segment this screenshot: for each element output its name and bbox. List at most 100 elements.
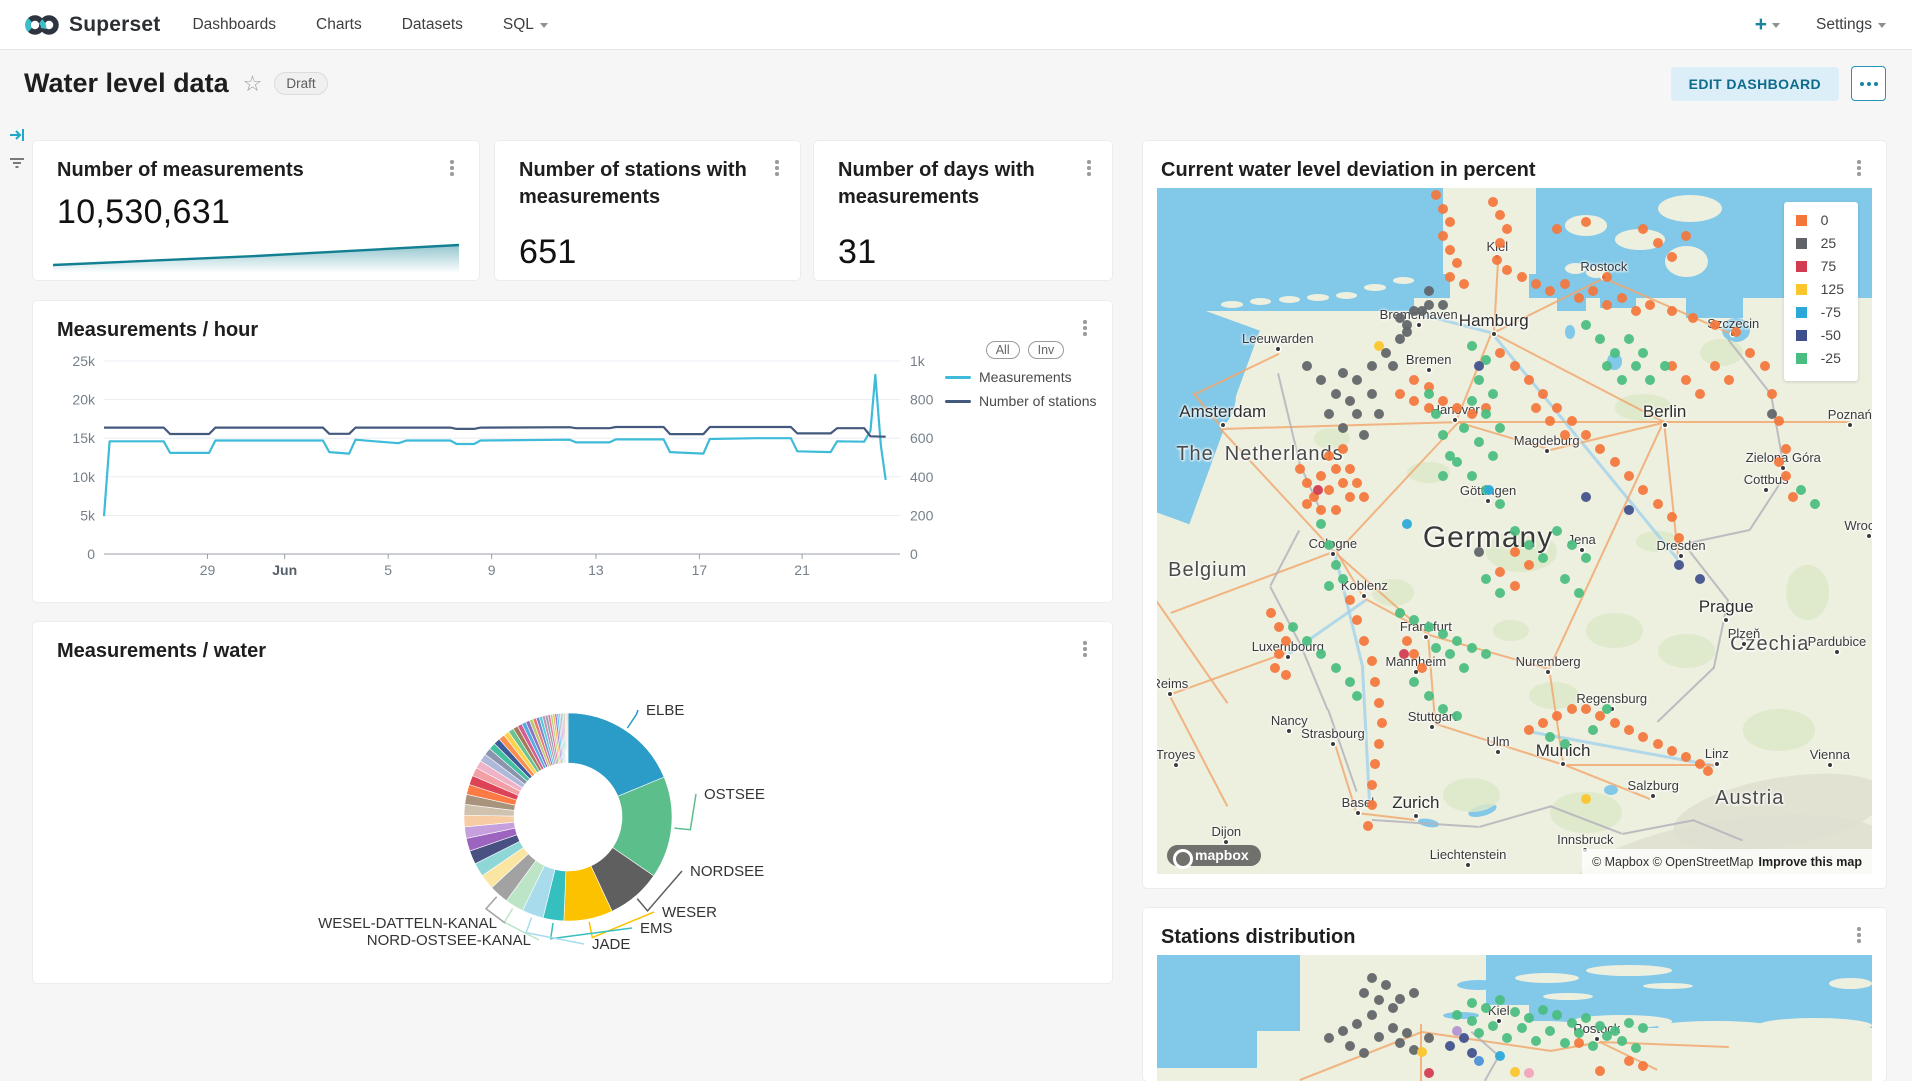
station-dot: [1710, 320, 1720, 330]
water-shape: [1157, 188, 1443, 274]
attribution-text[interactable]: © Mapbox © OpenStreetMap: [1592, 855, 1754, 869]
legend-row[interactable]: 25: [1796, 235, 1844, 251]
nav-item-charts[interactable]: Charts: [316, 16, 362, 34]
chart-menu-kebab[interactable]: [1080, 157, 1098, 179]
station-dot: [1338, 478, 1348, 488]
new-item-button[interactable]: +: [1755, 13, 1780, 37]
station-dot: [1274, 622, 1284, 632]
more-actions-button[interactable]: [1851, 66, 1886, 101]
station-dot: [1467, 1016, 1477, 1026]
city-marker: [1651, 794, 1655, 798]
station-dot: [1445, 451, 1455, 461]
station-dot: [1345, 1041, 1355, 1051]
station-dot: [1345, 677, 1355, 687]
plus-icon: +: [1755, 13, 1767, 37]
superset-logo[interactable]: Superset: [24, 13, 160, 37]
chart-menu-kebab[interactable]: [1850, 924, 1868, 946]
chart-menu-kebab[interactable]: [1850, 157, 1868, 179]
station-dot: [1560, 1038, 1570, 1048]
stations-map[interactable]: KielRostock: [1157, 955, 1872, 1081]
legend-row[interactable]: -25: [1796, 350, 1844, 366]
map-attribution: © Mapbox © OpenStreetMap Improve this ma…: [1582, 849, 1872, 874]
station-dot: [1359, 988, 1369, 998]
station-dot: [1588, 286, 1598, 296]
settings-label: Settings: [1816, 16, 1872, 34]
city-marker: [1453, 418, 1457, 422]
map-label-innsbruck: Innsbruck: [1557, 832, 1613, 847]
pie-slice-48[interactable]: [567, 713, 568, 763]
map-label-plze-: Plzeň: [1728, 626, 1761, 641]
favorite-star-icon[interactable]: ☆: [243, 71, 263, 97]
deviation-map[interactable]: KielRostockSzczecinLeeuwardenBremerhaven…: [1157, 188, 1872, 874]
settings-menu[interactable]: Settings: [1816, 16, 1886, 34]
pie-label: NORD-OSTSEE-KANAL: [367, 932, 531, 949]
legend-inv-button[interactable]: Inv: [1028, 341, 1065, 359]
station-dot: [1363, 821, 1373, 831]
chart-menu-kebab[interactable]: [443, 157, 461, 179]
station-dot: [1545, 416, 1555, 426]
pie-label: OSTSEE: [704, 786, 765, 803]
improve-map-link[interactable]: Improve this map: [1759, 855, 1863, 869]
station-dot: [1495, 567, 1505, 577]
nav-item-sql[interactable]: SQL: [503, 16, 548, 34]
station-dot: [1524, 375, 1534, 385]
station-dot: [1524, 560, 1534, 570]
map-label-bremen: Bremen: [1406, 352, 1452, 367]
station-dot: [1367, 780, 1377, 790]
station-dot: [1510, 361, 1520, 371]
city-marker: [1430, 725, 1434, 729]
legend-all-button[interactable]: All: [986, 341, 1020, 359]
station-dot: [1588, 725, 1598, 735]
station-dot: [1367, 389, 1377, 399]
station-dot: [1467, 341, 1477, 351]
station-dot: [1595, 334, 1605, 344]
nav-item-datasets[interactable]: Datasets: [402, 16, 463, 34]
filter-icon[interactable]: [7, 153, 27, 173]
station-dot: [1409, 988, 1419, 998]
station-dot: [1352, 375, 1362, 385]
station-dot: [1484, 485, 1494, 495]
station-dot: [1331, 560, 1341, 570]
map-label-nuremberg: Nuremberg: [1516, 654, 1581, 669]
station-dot: [1302, 636, 1312, 646]
mapbox-logo[interactable]: mapbox: [1167, 845, 1261, 866]
station-dot: [1538, 718, 1548, 728]
station-dot: [1274, 649, 1284, 659]
station-dot: [1467, 471, 1477, 481]
legend-entry-1[interactable]: Number of stations: [945, 393, 1105, 409]
station-dot: [1424, 286, 1434, 296]
station-dot: [1531, 279, 1541, 289]
city-marker: [1663, 423, 1667, 427]
chart-menu-kebab[interactable]: [768, 157, 786, 179]
station-dot: [1281, 636, 1291, 646]
legend-row[interactable]: -50: [1796, 327, 1844, 343]
legend-row[interactable]: 125: [1796, 281, 1844, 297]
legend-swatch: [1796, 307, 1807, 318]
station-dot: [1402, 1028, 1412, 1038]
city-marker: [1580, 548, 1584, 552]
legend-entry-0[interactable]: Measurements: [945, 369, 1105, 385]
pie-label: JADE: [592, 936, 630, 953]
station-dot: [1481, 649, 1491, 659]
expand-filters-icon[interactable]: [7, 125, 27, 145]
station-dot: [1467, 998, 1477, 1008]
station-dot: [1617, 293, 1627, 303]
status-badge: Draft: [274, 72, 327, 95]
station-dot: [1431, 409, 1441, 419]
station-dot: [1417, 1047, 1427, 1057]
station-dot: [1452, 1010, 1462, 1020]
station-dot: [1581, 704, 1591, 714]
edit-dashboard-button[interactable]: EDIT DASHBOARD: [1671, 67, 1839, 101]
legend-row[interactable]: 0: [1796, 212, 1844, 228]
legend-row[interactable]: -75: [1796, 304, 1844, 320]
station-dot: [1367, 973, 1377, 983]
city-marker: [1497, 1019, 1501, 1023]
land-shape: [1786, 565, 1829, 620]
city-marker: [1486, 499, 1490, 503]
nav-item-dashboards[interactable]: Dashboards: [192, 16, 276, 34]
legend-row[interactable]: 75: [1796, 258, 1844, 274]
station-dot: [1488, 451, 1498, 461]
station-dot: [1467, 396, 1477, 406]
svg-text:600: 600: [910, 430, 934, 446]
station-dot: [1538, 553, 1548, 563]
